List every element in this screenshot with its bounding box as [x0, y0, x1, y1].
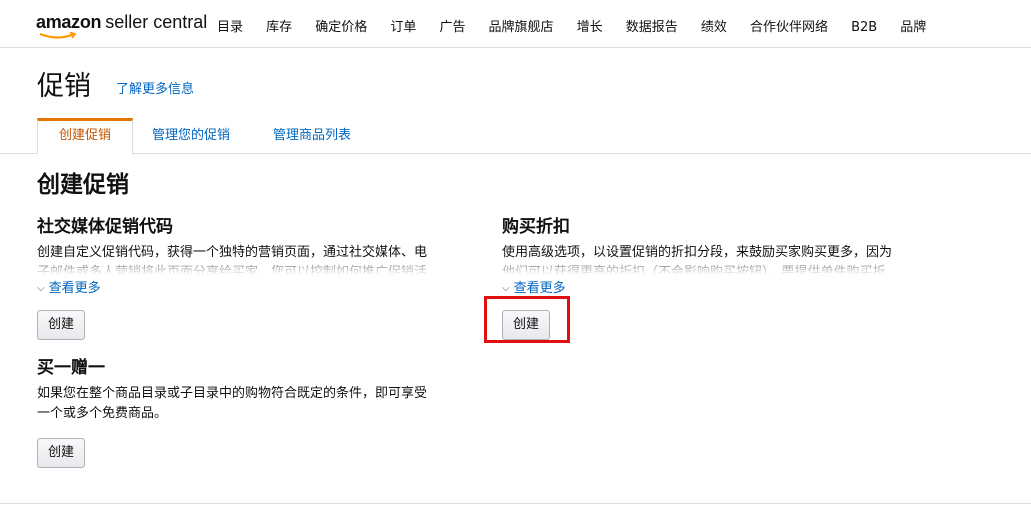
amazon-seller-central-logo[interactable]: amazon seller central [36, 12, 208, 39]
nav-b2b[interactable]: B2B [851, 20, 877, 35]
page-title: 促销 [37, 71, 91, 102]
nav-stores[interactable]: 品牌旗舰店 [489, 16, 554, 35]
logo-seller-central-text: seller central [105, 12, 208, 32]
promotion-tabs: 创建促销 管理您的促销 管理商品列表 [0, 118, 1031, 155]
create-purchase-discount-button[interactable]: 创建 [502, 310, 551, 340]
create-bogo-button[interactable]: 创建 [37, 438, 86, 468]
chevron-down-icon: ⌵ [37, 283, 45, 294]
bogo-description: 如果您在整个商品目录或子目录中的购物符合既定的条件，即可享受 一个或多个免费商品… [37, 384, 467, 424]
social-media-promo-desc-line1: 创建自定义促销代码，获得一个独特的营销页面，通过社交媒体、电 [37, 245, 428, 260]
nav-catalog[interactable]: 目录 [217, 16, 243, 35]
social-media-promo-desc-line2: 子邮件或多人营销将此页面分享给买家。您可以控制如何推广促销活 [37, 265, 428, 275]
bogo-title: 买一赠一 [37, 358, 105, 378]
logo-amazon-text: amazon [36, 12, 102, 32]
purchase-discount-desc-line2: 他们可以获得更高的折扣（不会影响购买按钮）。要提供单件购买折 [502, 265, 886, 275]
tab-manage-product-lists[interactable]: 管理商品列表 [262, 118, 362, 154]
bogo-desc-line1: 如果您在整个商品目录或子目录中的购物符合既定的条件，即可享受 [37, 386, 428, 401]
nav-pricing[interactable]: 确定价格 [315, 16, 367, 35]
social-media-promo-description: 创建自定义促销代码，获得一个独特的营销页面，通过社交媒体、电 子邮件或多人营销将… [37, 243, 467, 275]
see-more-label: 查看更多 [48, 281, 101, 296]
chevron-down-icon: ⌵ [502, 283, 510, 294]
nav-performance[interactable]: 绩效 [701, 16, 727, 35]
purchase-discount-card: 购买折扣 使用高级选项，以设置促销的折扣分段，来鼓励买家购买更多，因为 他们可以… [502, 212, 932, 340]
tab-create-promotion[interactable]: 创建促销 [37, 118, 133, 155]
purchase-discount-title: 购买折扣 [502, 217, 570, 237]
nav-advertising[interactable]: 广告 [439, 16, 465, 35]
nav-orders[interactable]: 订单 [390, 16, 416, 35]
social-media-promo-card: 社交媒体促销代码 创建自定义促销代码，获得一个独特的营销页面，通过社交媒体、电 … [37, 212, 467, 340]
nav-reports[interactable]: 数据报告 [626, 16, 678, 35]
tab-manage-promotions[interactable]: 管理您的促销 [141, 118, 241, 154]
main-nav-menu: 目录 库存 确定价格 订单 广告 品牌旗舰店 增长 数据报告 绩效 合作伙伴网络… [217, 16, 944, 35]
see-more-label: 查看更多 [513, 281, 566, 296]
social-media-see-more-link[interactable]: ⌵ 查看更多 [37, 277, 467, 296]
nav-partner-network[interactable]: 合作伙伴网络 [750, 16, 828, 35]
social-media-promo-title: 社交媒体促销代码 [37, 217, 173, 237]
bottom-divider [0, 503, 1031, 504]
section-title: 创建促销 [37, 172, 129, 198]
nav-growth[interactable]: 增长 [577, 16, 603, 35]
bogo-card: 买一赠一 如果您在整个商品目录或子目录中的购物符合既定的条件，即可享受 一个或多… [37, 353, 467, 468]
amazon-smile-icon [39, 32, 77, 39]
nav-inventory[interactable]: 库存 [266, 16, 292, 35]
nav-brands[interactable]: 品牌 [900, 16, 926, 35]
create-social-promo-button[interactable]: 创建 [37, 310, 86, 340]
top-navigation: amazon seller central 目录 库存 确定价格 订单 广告 品牌… [0, 0, 1031, 48]
purchase-discount-see-more-link[interactable]: ⌵ 查看更多 [502, 277, 932, 296]
purchase-discount-description: 使用高级选项，以设置促销的折扣分段，来鼓励买家购买更多，因为 他们可以获得更高的… [502, 243, 932, 275]
bogo-desc-line2: 一个或多个免费商品。 [37, 406, 168, 421]
learn-more-link[interactable]: 了解更多信息 [116, 78, 194, 97]
purchase-discount-desc-line1: 使用高级选项，以设置促销的折扣分段，来鼓励买家购买更多，因为 [502, 245, 893, 260]
